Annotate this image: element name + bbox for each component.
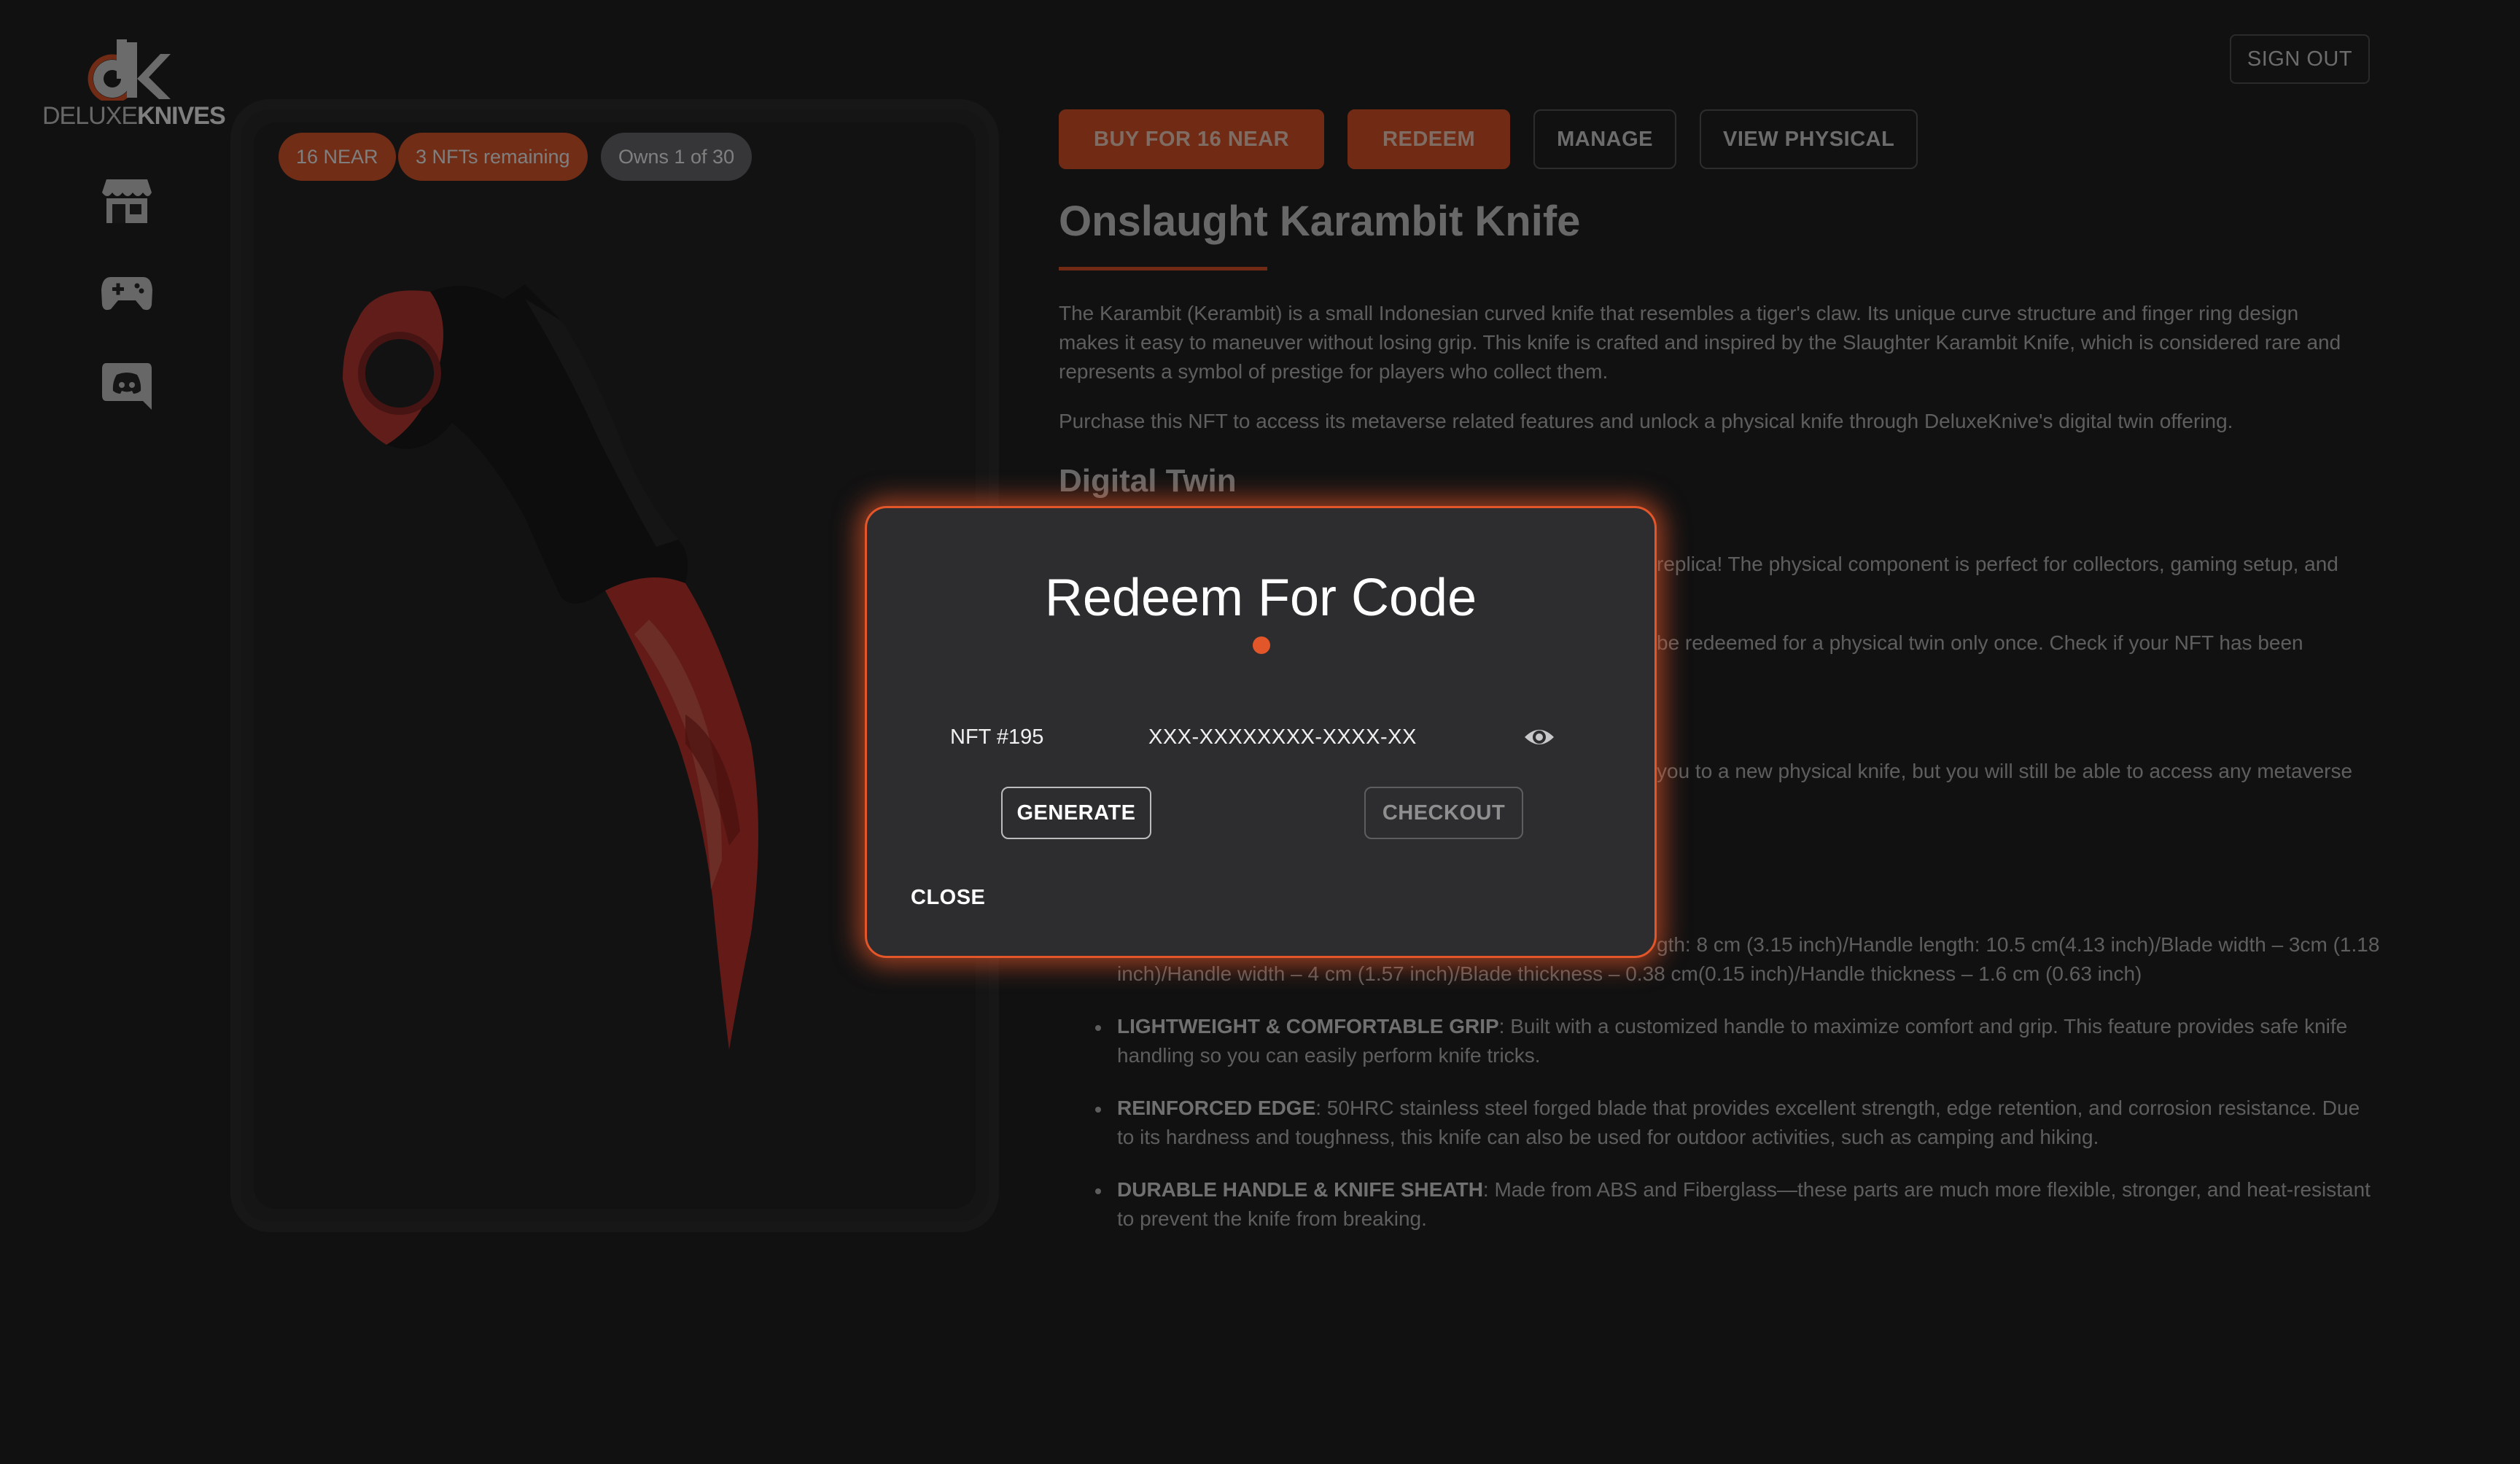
eye-icon[interactable] — [1523, 721, 1555, 753]
modal-title: Redeem For Code — [1044, 569, 1477, 627]
checkout-button[interactable]: CHECKOUT — [1364, 787, 1523, 839]
generate-button[interactable]: GENERATE — [1001, 787, 1151, 839]
modal-accent-dot — [1253, 636, 1270, 654]
nft-id-label: NFT #195 — [950, 725, 1044, 749]
redeem-modal: Redeem For Code NFT #195 XXX-XXXXXXXX-XX… — [865, 506, 1657, 958]
close-button[interactable]: CLOSE — [911, 886, 985, 910]
redeem-code-field[interactable]: XXX-XXXXXXXX-XXXX-XX — [1148, 725, 1417, 749]
